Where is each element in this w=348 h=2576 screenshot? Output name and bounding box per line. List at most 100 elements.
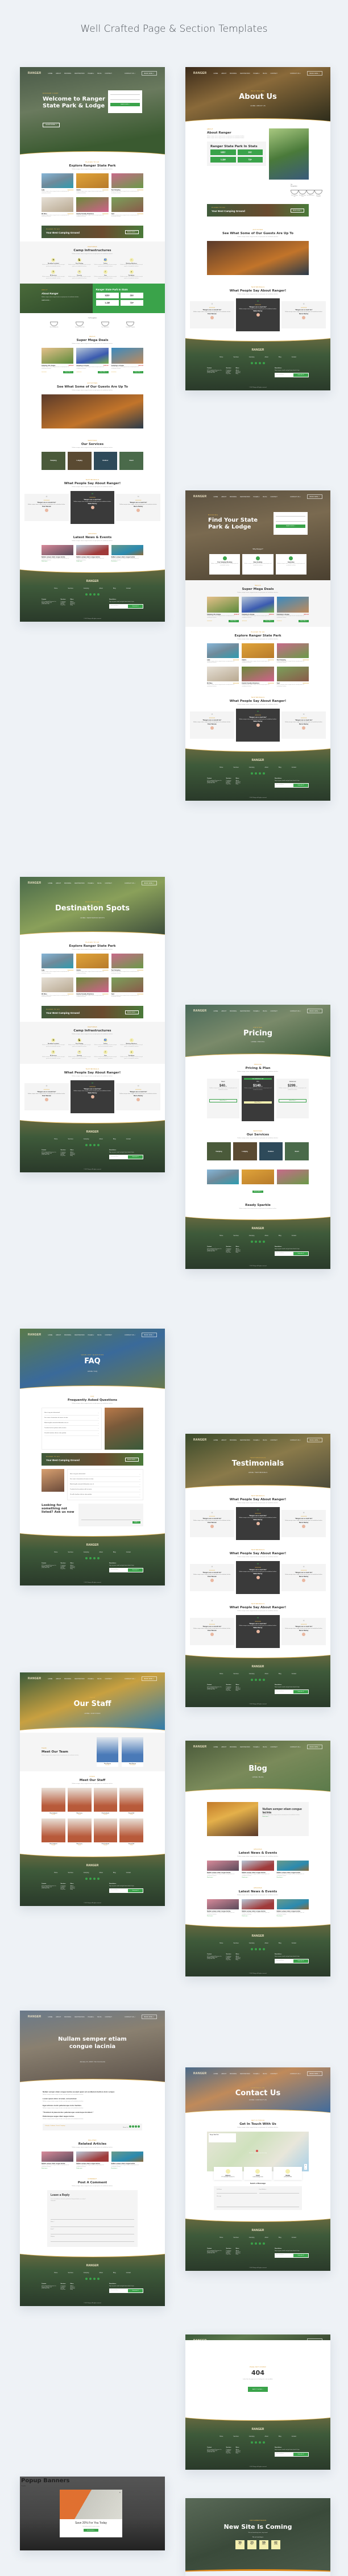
instagram-icon[interactable]: [259, 361, 261, 364]
instagram-icon[interactable]: [259, 1240, 261, 1243]
newsletter-input[interactable]: Your email here Subscribe ✉: [275, 2253, 309, 2258]
footer-link[interactable]: (123) 456-789: [207, 1958, 222, 1959]
nav-link[interactable]: ABOUT: [221, 73, 226, 74]
book-now-button[interactable]: BOOK NOW ↗: [306, 494, 322, 499]
nav-link[interactable]: HOME: [213, 2073, 218, 2075]
instagram-icon[interactable]: [259, 2242, 261, 2245]
nav-link[interactable]: PAGES ▾: [254, 1439, 260, 1441]
footer-link[interactable]: Blog: [71, 605, 75, 606]
nav-link[interactable]: BLOG: [263, 1439, 267, 1441]
instagram-icon[interactable]: [93, 593, 96, 596]
footer-link[interactable]: Day Use: [226, 1959, 231, 1961]
contact-link[interactable]: CONTACT US ✓: [290, 496, 301, 498]
checkin-field[interactable]: [110, 93, 140, 95]
nav-link[interactable]: BOOKING: [230, 2340, 237, 2341]
nav-link[interactable]: PAGES ▾: [254, 496, 260, 498]
staff-member[interactable]: Otto Lindqvist Ranger: [42, 1818, 65, 1847]
twitter-icon[interactable]: [89, 2278, 92, 2280]
nav-link[interactable]: HOME: [213, 73, 218, 74]
footer-menu-link[interactable]: Camping: [84, 2272, 89, 2274]
nav-link[interactable]: HOME: [213, 1439, 218, 1441]
nav-link[interactable]: CONTACT: [271, 1439, 277, 1441]
footer-menu-link[interactable]: Home: [54, 1551, 57, 1553]
footer-menu-link[interactable]: Blog: [279, 1673, 281, 1675]
select-plan-button[interactable]: Select Plan ↗: [244, 1101, 272, 1104]
footer-menu-link[interactable]: Camping: [249, 1942, 255, 1944]
footer-menu-link[interactable]: Contact: [126, 1872, 131, 1874]
instagram-icon[interactable]: [259, 1947, 261, 1950]
breadcrumb[interactable]: HOME / PRICING: [185, 1041, 330, 1043]
logo[interactable]: RANGER: [28, 2015, 41, 2019]
footer-menu-link[interactable]: Camping: [249, 2436, 255, 2437]
footer-menu-link[interactable]: Services: [68, 1138, 73, 1140]
twitter-icon[interactable]: [255, 1679, 257, 1681]
contact-link[interactable]: CONTACT US ✓: [125, 1678, 136, 1680]
explore-card[interactable]: Lake ★★★★★ Nullam semper etiam congue lac…: [42, 954, 74, 975]
guests-video[interactable]: [207, 240, 309, 275]
explore-card[interactable]: Tent Camping ★★★★★ Nullam semper etiam co…: [111, 173, 143, 194]
footer-menu-link[interactable]: Contact: [126, 2272, 131, 2274]
nav-link[interactable]: DESTINATION: [240, 73, 250, 74]
footer-link[interactable]: (123) 456-789: [42, 1154, 56, 1155]
newsletter-input[interactable]: Your email here Subscribe ✉: [109, 2288, 143, 2294]
footer-menu-link[interactable]: Services: [68, 588, 73, 589]
nav-link[interactable]: ABOUT: [56, 2016, 61, 2018]
book-now-button[interactable]: BOOK NOW ↗: [252, 1191, 264, 1193]
youtube-icon[interactable]: [263, 2441, 265, 2444]
instagram-icon[interactable]: [93, 1878, 96, 1880]
footer-menu-link[interactable]: About: [264, 2237, 268, 2238]
nav-link[interactable]: BLOG: [263, 496, 267, 498]
newsletter-input[interactable]: Your email here Subscribe ✉: [275, 1958, 309, 1963]
footer-menu-link[interactable]: Contact: [292, 356, 296, 358]
faq-item[interactable]: Ut mollis faucibus ultricies vitae portt…: [44, 1431, 99, 1436]
footer-menu-link[interactable]: Blog: [279, 356, 281, 358]
footer-menu-link[interactable]: Home: [219, 2436, 223, 2437]
explore-card[interactable]: Lake ★★★★★ Nullam semper etiam congue lac…: [42, 173, 74, 194]
read-more-link[interactable]: Read more ›: [207, 1916, 239, 1917]
comment-field[interactable]: Email *: [51, 2229, 134, 2235]
staff-member[interactable]: Nina Leroy Guide: [67, 1788, 92, 1816]
nav-link[interactable]: ABOUT: [221, 2073, 226, 2075]
footer-menu-link[interactable]: Home: [54, 1138, 57, 1140]
facebook-icon[interactable]: [251, 1947, 253, 1950]
nav-link[interactable]: HOME: [213, 1746, 218, 1748]
nav-link[interactable]: DESTINATION: [240, 2340, 250, 2341]
breadcrumb[interactable]: HOME / DESTINATION SPOTS: [20, 917, 165, 919]
youtube-icon[interactable]: [263, 1240, 265, 1243]
learn-more-button[interactable]: LEARN MORE ↗: [43, 122, 60, 127]
nav-link[interactable]: BLOG: [263, 1010, 267, 1012]
staff-member[interactable]: Otto Lindqvist Ranger: [93, 1788, 118, 1816]
footer-link[interactable]: Blog: [236, 784, 241, 785]
footer-link[interactable]: Day Use: [61, 1155, 66, 1156]
nav-link[interactable]: ABOUT: [221, 1439, 226, 1441]
service-card[interactable]: Event: [285, 1142, 309, 1160]
instagram-icon[interactable]: [259, 1679, 261, 1681]
comment-field[interactable]: Name *: [51, 2221, 134, 2228]
footer-link[interactable]: Blog: [236, 2254, 241, 2255]
footer-link[interactable]: (123) 456-789: [207, 372, 222, 373]
faq-item[interactable]: Duis amet a fermentum vel mauris sit vit…: [70, 1477, 140, 1482]
facebook-icon[interactable]: [85, 2278, 88, 2280]
youtube-icon[interactable]: [97, 1144, 100, 1147]
news-card[interactable]: Nullam semper etiam congue lacinia Nullam…: [207, 1861, 239, 1878]
footer-menu-link[interactable]: Services: [234, 1942, 239, 1944]
book-now-button[interactable]: BOOK NOW ↗: [141, 71, 157, 76]
footer-link[interactable]: Day Use: [61, 605, 66, 606]
footer-logo[interactable]: RANGER: [185, 2229, 330, 2232]
footer-link[interactable]: (123) 456-789: [42, 604, 56, 605]
nav-link[interactable]: BLOG: [97, 73, 101, 74]
nav-link[interactable]: PAGES ▾: [254, 2340, 260, 2341]
footer-link[interactable]: Day Use: [61, 1568, 66, 1570]
subscribe-button[interactable]: Subscribe ✉: [128, 1568, 143, 1572]
email-field[interactable]: Email Address: [259, 2189, 299, 2194]
youtube-icon[interactable]: [263, 2242, 265, 2245]
twitter-icon[interactable]: [255, 772, 257, 775]
explore-card[interactable]: Cabins ★★★★★ Nullam semper etiam congue l…: [76, 954, 109, 975]
breadcrumb[interactable]: HOME / OUR STAFF: [20, 1712, 165, 1714]
banner-button[interactable]: BOOK NOW ↗: [290, 208, 304, 213]
footer-menu-link[interactable]: Services: [68, 2272, 73, 2274]
subscribe-button[interactable]: Subscribe ✉: [293, 783, 308, 787]
footer-menu-link[interactable]: Camping: [249, 356, 255, 358]
faq-item[interactable]: Ut mollis faucibus ultricies vitae portt…: [70, 1492, 140, 1497]
nav-link[interactable]: ABOUT: [221, 1746, 226, 1748]
